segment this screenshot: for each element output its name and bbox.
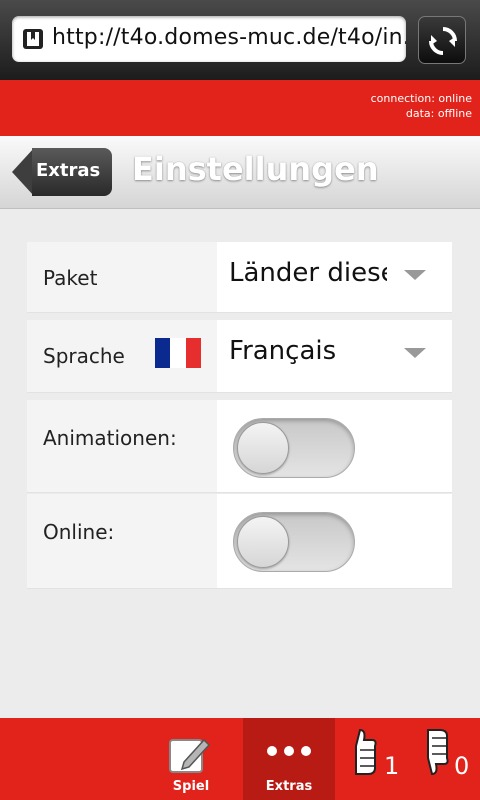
toggle-knob bbox=[237, 422, 289, 474]
paket-select[interactable]: Länder diese bbox=[217, 242, 452, 312]
thumbs-up-icon bbox=[355, 728, 377, 775]
status-bar: connection: online data: offline bbox=[0, 80, 480, 136]
reload-button[interactable] bbox=[418, 16, 466, 64]
data-status: data: offline bbox=[405, 107, 472, 120]
thumbs-down-count: 0 bbox=[454, 752, 470, 780]
setting-row-sprache: Sprache Français bbox=[27, 320, 452, 393]
back-arrow-icon bbox=[12, 148, 34, 196]
thumbs-up-count: 1 bbox=[384, 752, 400, 780]
setting-row-online: Online: bbox=[27, 494, 452, 589]
setting-label: Sprache bbox=[43, 344, 125, 368]
paket-select-value: Länder diese bbox=[229, 258, 387, 288]
france-flag-icon bbox=[155, 338, 201, 368]
animationen-toggle[interactable] bbox=[233, 418, 355, 478]
thumbs-up-counter: 1 bbox=[346, 722, 406, 800]
refresh-icon bbox=[429, 27, 457, 55]
bookmark-icon bbox=[23, 29, 43, 49]
setting-label: Paket bbox=[43, 266, 98, 290]
more-icon bbox=[267, 746, 311, 756]
thumbs-down-icon bbox=[427, 729, 449, 776]
toggle-knob bbox=[237, 516, 289, 568]
url-bar[interactable]: http://t4o.domes-muc.de/t4o/in... bbox=[12, 16, 406, 62]
page-title: Einstellungen bbox=[132, 150, 379, 188]
tab-label: Extras bbox=[265, 779, 313, 794]
setting-label: Animationen: bbox=[43, 426, 177, 450]
bottom-tab-bar: Spiel Extras bbox=[0, 718, 480, 800]
browser-toolbar: http://t4o.domes-muc.de/t4o/in... bbox=[0, 0, 480, 80]
tab-extras[interactable]: Extras bbox=[243, 718, 335, 800]
connection-status: connection: online bbox=[370, 92, 472, 105]
language-select[interactable]: Français bbox=[217, 320, 452, 392]
url-text: http://t4o.domes-muc.de/t4o/in... bbox=[52, 25, 406, 50]
language-select-value: Français bbox=[229, 336, 337, 366]
chevron-down-icon bbox=[404, 270, 426, 280]
setting-label: Online: bbox=[43, 520, 115, 544]
setting-row-paket: Paket Länder diese bbox=[27, 242, 452, 313]
thumbs-down-counter: 0 bbox=[418, 722, 480, 800]
online-toggle[interactable] bbox=[233, 512, 355, 572]
tab-spiel[interactable]: Spiel bbox=[160, 718, 222, 800]
chevron-down-icon bbox=[404, 348, 426, 358]
edit-icon bbox=[169, 738, 211, 773]
back-button-label: Extras bbox=[36, 160, 101, 181]
setting-row-animationen: Animationen: bbox=[27, 400, 452, 493]
tab-label: Spiel bbox=[172, 779, 210, 794]
